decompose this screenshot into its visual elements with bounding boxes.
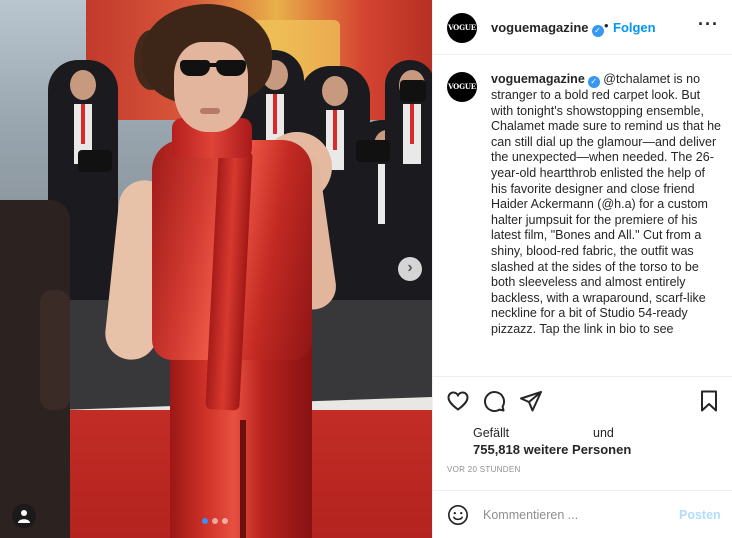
post-actions: Gefällt und 755,818 weitere Personen VOR… [433,376,732,486]
post-timestamp[interactable]: VOR 20 STUNDEN [447,465,521,474]
bookmark-icon[interactable] [697,389,721,413]
carousel-next-button[interactable]: › [398,257,422,281]
camera [400,80,426,102]
heart-icon[interactable] [446,389,470,413]
post-media[interactable]: › [0,0,432,538]
comment-input[interactable]: Kommentieren ... [483,508,578,522]
separator-dot: • [604,18,609,33]
carousel-dot [212,518,218,524]
username[interactable]: voguemagazine [491,20,589,35]
bystander-arm [40,290,70,410]
caption-username[interactable]: voguemagazine [491,72,585,86]
avatar[interactable]: VOGUE [447,72,477,102]
caption-text: @tchalamet is no stranger to a bold red … [491,72,721,336]
person-red-outfit [102,0,352,538]
username-link[interactable]: voguemagazine ✓ [491,20,604,37]
comment-bar: Kommentieren ... Posten [433,490,732,538]
user-tag-icon [18,510,30,523]
share-icon[interactable] [519,389,543,413]
more-icon[interactable]: ··· [698,14,719,35]
lips [200,108,220,114]
likes-prefix: Gefällt [473,426,510,440]
camera [356,140,390,162]
verified-icon: ✓ [587,76,600,88]
comment-icon[interactable] [482,389,506,413]
post-side-panel: VOGUE voguemagazine ✓ • Folgen ··· VOGUE … [432,0,732,538]
post-comment-button[interactable]: Posten [679,508,721,522]
face [174,42,248,132]
chevron-right-icon: › [407,259,413,276]
carousel-dot [202,518,208,524]
carousel-indicator [202,518,228,524]
user-tag-button[interactable] [12,504,36,528]
caption-area[interactable]: VOGUE voguemagazine ✓ @tchalamet is no st… [433,56,732,372]
verified-icon: ✓ [591,25,604,37]
likes-conjunction: und [593,426,614,440]
caption: voguemagazine ✓ @tchalamet is no stranger… [491,72,721,338]
follow-button[interactable]: Folgen [613,20,656,35]
camera [78,150,112,172]
post-header: VOGUE voguemagazine ✓ • Folgen ··· [433,0,732,55]
emoji-icon[interactable] [447,504,469,526]
avatar[interactable]: VOGUE [447,13,477,43]
sunglasses [180,60,248,78]
likes-count[interactable]: 755,818 weitere Personen [473,442,631,457]
carousel-dot [222,518,228,524]
pants-crease [240,420,246,538]
